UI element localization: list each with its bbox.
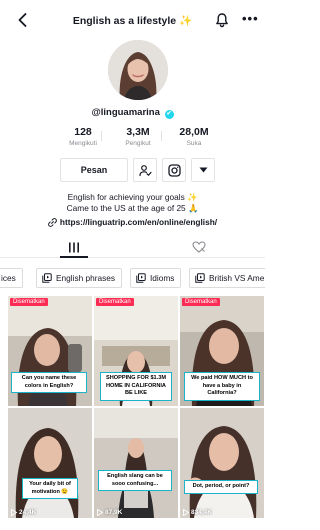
user-check-icon xyxy=(138,164,152,176)
videos-tab-icon[interactable] xyxy=(68,242,80,253)
view-count: 87,9K xyxy=(97,509,122,516)
video-thumbnail[interactable]: Disematkan We paid HOW MUCH to have a ba… xyxy=(180,296,264,406)
followers-stat[interactable]: 3,3M Pengikut xyxy=(108,126,168,147)
play-icon xyxy=(11,509,17,516)
followers-label: Pengikut xyxy=(125,140,151,147)
video-caption: We paid HOW MUCH to have a baby in Calif… xyxy=(184,372,260,401)
video-thumbnail-image xyxy=(180,408,264,518)
playlist-row: ices English phrases Idioms British VS A… xyxy=(0,266,265,290)
playlist-chip[interactable]: English phrases xyxy=(36,268,123,288)
instagram-button[interactable] xyxy=(162,158,186,182)
video-thumbnail-image xyxy=(94,408,178,518)
avatar-image xyxy=(108,40,168,100)
playlist-chip-label: British VS Ame xyxy=(209,273,265,283)
bio-line: Came to the US at the age of 25 🙏 xyxy=(66,203,199,213)
caret-down-icon xyxy=(199,167,207,173)
top-bar: English as a lifestyle ✨ ••• xyxy=(0,0,265,40)
bio-link[interactable]: https://linguatrip.com/en/online/english… xyxy=(0,217,265,228)
following-stat[interactable]: 128 Mengikuti xyxy=(53,126,113,147)
avatar[interactable] xyxy=(108,40,168,100)
playlist-chip-label: ices xyxy=(1,273,16,283)
view-count: 834,4K xyxy=(183,509,212,516)
following-label: Mengikuti xyxy=(69,140,97,147)
message-button[interactable]: Pesan xyxy=(60,158,128,182)
active-tab-indicator xyxy=(60,256,88,258)
video-thumbnail[interactable]: Your daily bit of motivation 😉 24,4K xyxy=(8,408,92,518)
play-icon xyxy=(183,509,189,516)
pinned-badge: Disematkan xyxy=(182,298,220,306)
stat-divider xyxy=(101,131,102,141)
bell-icon[interactable] xyxy=(214,12,230,28)
content-tabs xyxy=(0,236,265,258)
likes-count: 28,0M xyxy=(179,126,209,138)
video-caption: SHOPPING FOR $1.3M HOME IN CALIFORNIA BE… xyxy=(100,372,172,401)
liked-videos-tab-icon[interactable] xyxy=(192,241,206,253)
play-icon xyxy=(97,509,103,516)
message-button-label: Pesan xyxy=(80,165,108,175)
sparkle-icon: ✨ xyxy=(179,15,193,27)
video-thumbnail-image xyxy=(8,408,92,518)
playlist-chip[interactable]: ices xyxy=(0,268,23,288)
video-caption: Your daily bit of motivation 😉 xyxy=(22,478,78,499)
playlist-icon xyxy=(42,273,52,283)
view-count-text: 87,9K xyxy=(105,509,123,516)
bio-link-text: https://linguatrip.com/en/online/english… xyxy=(59,217,218,227)
video-thumbnail[interactable]: Disematkan Can you name these colors in … xyxy=(8,296,92,406)
likes-label: Suka xyxy=(186,140,202,147)
video-thumbnail[interactable]: English slang can be sooo confusing... 8… xyxy=(94,408,178,518)
playlist-chip-label: Idioms xyxy=(150,273,175,283)
following-count: 128 xyxy=(74,126,92,138)
view-count: 24,4K xyxy=(11,509,36,516)
bio-line: English for achieving your goals ✨ xyxy=(67,192,198,202)
view-count-text: 834,4K xyxy=(191,509,212,516)
stat-divider xyxy=(161,131,162,141)
view-count-text: 24,4K xyxy=(19,509,37,516)
playlist-chip[interactable]: British VS Ame xyxy=(189,268,265,288)
playlist-icon xyxy=(195,273,205,283)
bio: English for achieving your goals ✨ Came … xyxy=(0,192,265,228)
playlist-icon xyxy=(136,273,146,283)
more-options-icon[interactable]: ••• xyxy=(242,11,259,26)
likes-stat[interactable]: 28,0M Suka xyxy=(164,126,224,147)
video-thumbnail[interactable]: Disematkan SHOPPING FOR $1.3M HOME IN CA… xyxy=(94,296,178,406)
followers-count: 3,3M xyxy=(126,126,150,138)
username-text: @linguamarina xyxy=(91,107,160,118)
playlist-chip-label: English phrases xyxy=(56,273,116,283)
pinned-badge: Disematkan xyxy=(96,298,134,306)
link-icon xyxy=(48,218,57,227)
video-caption: Can you name these colors in English? xyxy=(11,372,87,393)
verified-badge-icon: ✔ xyxy=(164,110,174,119)
instagram-icon xyxy=(167,163,181,177)
suggested-accounts-button[interactable] xyxy=(191,158,215,182)
playlist-chip[interactable]: Idioms xyxy=(130,268,182,288)
username: @linguamarina ✔ xyxy=(0,107,265,119)
video-caption: Dot, period, or point? xyxy=(184,480,258,494)
video-caption: English slang can be sooo confusing... xyxy=(98,470,172,491)
pinned-badge: Disematkan xyxy=(10,298,48,306)
follow-status-button[interactable] xyxy=(133,158,157,182)
video-thumbnail[interactable]: Dot, period, or point? 834,4K xyxy=(180,408,264,518)
page-title-text: English as a lifestyle xyxy=(72,15,177,27)
